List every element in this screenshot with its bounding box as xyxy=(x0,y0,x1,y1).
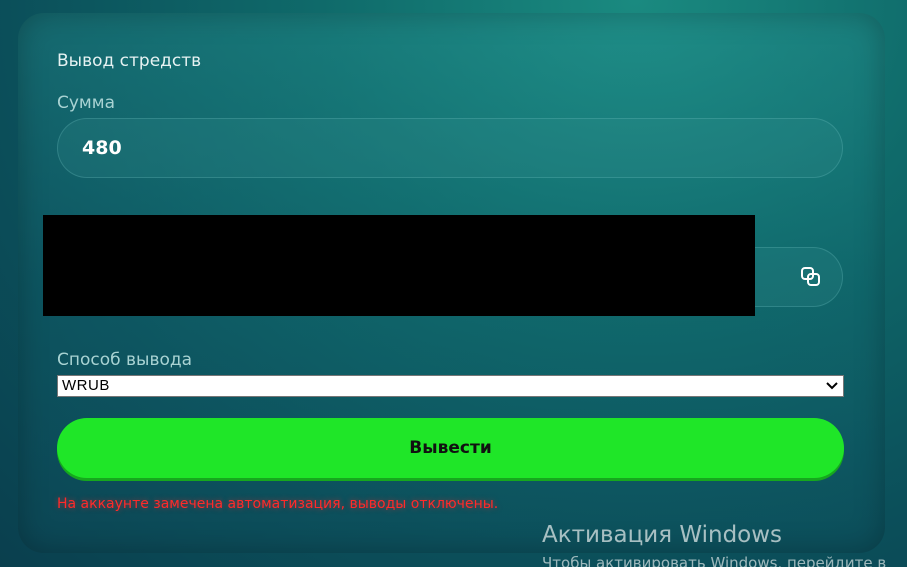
error-message: На аккаунте замечена автоматизация, выво… xyxy=(57,496,499,512)
method-select-value: WRUB xyxy=(62,377,110,394)
windows-activation-title: Активация Windows xyxy=(542,522,783,548)
method-label: Способ вывода xyxy=(57,350,193,370)
form-title: Вывод стредств xyxy=(57,51,202,71)
copy-icon[interactable] xyxy=(800,266,822,288)
redacted-region xyxy=(43,215,755,316)
withdraw-button[interactable]: Вывести xyxy=(57,418,844,478)
amount-label: Сумма xyxy=(57,93,115,113)
amount-field xyxy=(57,118,843,178)
chevron-down-icon xyxy=(825,377,839,395)
method-select[interactable]: WRUB xyxy=(57,375,844,397)
amount-input[interactable] xyxy=(82,119,822,177)
windows-activation-subtitle: Чтобы активировать Windows, перейдите в xyxy=(542,554,887,567)
